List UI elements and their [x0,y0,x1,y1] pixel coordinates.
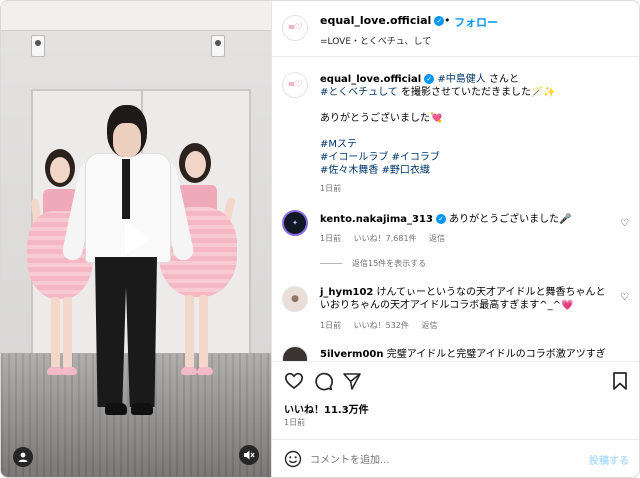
comment-avatar[interactable] [282,346,308,361]
caption-line-2: #とくベチュして を撮影させていただきました🪄✨ [320,87,556,98]
verified-icon: ✓ [434,16,445,26]
mute-icon[interactable] [239,445,259,465]
comment-likes[interactable]: いいね！7,681件 [354,234,417,243]
post-likes[interactable]: いいね！11.3万件 [284,401,369,416]
author-username[interactable]: equal_love.official ✓ [320,14,445,27]
verified-icon: ✓ [435,214,446,224]
caption-username[interactable]: equal_love.official [320,74,421,85]
post-modal: =♡ equal_love.official ✓ • フォロー =LOVE・とくベ… [0,0,640,478]
comment-likes[interactable]: いいね！532件 [354,321,409,330]
user-tag-icon[interactable] [13,447,33,467]
comment-meta: 1日前 いいね！7,681件 返信 [320,233,455,244]
comment-like-icon[interactable]: ♡ [620,292,629,303]
hashtag-line[interactable]: #Mステ [320,138,357,151]
mention-link[interactable]: #中島健人 [437,74,485,85]
comment-body: kento.nakajima_313 ✓ ありがとうございました🎤 [320,214,572,225]
comment-body-line-2: いおりちゃんの天才アイドルコラボ最高すぎます^_^💗 [320,300,574,311]
reply-button[interactable]: 返信 [421,321,437,330]
play-icon[interactable] [113,217,157,261]
wall-device [31,35,45,57]
bookmark-icon[interactable] [610,371,630,391]
audio-subtitle[interactable]: =LOVE・とくベチュ、して [320,34,431,47]
author-avatar[interactable]: =♡ [282,15,308,41]
caption-line-3: ありがとうございました💘 [320,113,443,124]
comment-avatar[interactable]: ✦ [282,210,308,236]
verified-icon: ✓ [424,74,435,84]
hashtag-line[interactable]: #イコールラブ #イコラブ [320,151,440,164]
caption-line-1: equal_love.official ✓ #中島健人 さんと [320,74,519,85]
comment-icon[interactable] [313,371,333,391]
post-time[interactable]: 1日前 [284,417,305,428]
heart-icon[interactable] [284,371,304,391]
comment-avatar[interactable]: ● [282,286,308,312]
replies-divider [320,263,342,264]
video-player[interactable] [1,1,271,477]
comment-time[interactable]: 1日前 [320,321,341,330]
backdrop-ceiling [1,1,271,31]
comment-username[interactable]: kento.nakajima_313 [320,214,433,225]
hashtag-link[interactable]: #とくベチュして [320,87,398,98]
wall-device [211,35,225,57]
comment-bar: 投稿する [272,439,639,477]
post-comment-button[interactable]: 投稿する [589,452,629,467]
comment-username[interactable]: 5ilverm00n [320,349,384,360]
comment-time[interactable]: 1日前 [320,234,341,243]
comment-body: 5ilverm00n 完璧アイドルと完璧アイドルのコラボ激アツすぎ [320,349,606,360]
caption-time[interactable]: 1日前 [320,183,341,194]
send-icon[interactable] [342,371,362,391]
separator: • [444,14,451,27]
post-actions: いいね！11.3万件 1日前 [272,361,639,439]
caption-avatar[interactable]: =♡ [282,72,308,98]
comment-like-icon[interactable]: ♡ [620,218,629,229]
post-details-panel: =♡ equal_love.official ✓ • フォロー =LOVE・とくベ… [271,1,639,477]
emoji-icon[interactable] [284,450,302,468]
hashtag-line[interactable]: #佐々木舞香 #野口衣織 [320,164,430,177]
comment-username[interactable]: j_hym102 [320,287,373,298]
comment-body: j_hym102 けんてぃーというなの天才アイドルと舞香ちゃんと [320,287,606,298]
comment-input[interactable] [310,450,570,470]
reply-button[interactable]: 返信 [429,234,445,243]
comment-meta: 1日前 いいね！532件 返信 [320,320,447,331]
post-header: =♡ equal_love.official ✓ • フォロー =LOVE・とくベ… [272,1,639,57]
view-replies-button[interactable]: 返信15件を表示する [352,258,426,269]
follow-button[interactable]: フォロー [454,14,498,30]
comments-scroll[interactable]: =♡ equal_love.official ✓ #中島健人 さんと #とくベチュ… [272,58,639,361]
